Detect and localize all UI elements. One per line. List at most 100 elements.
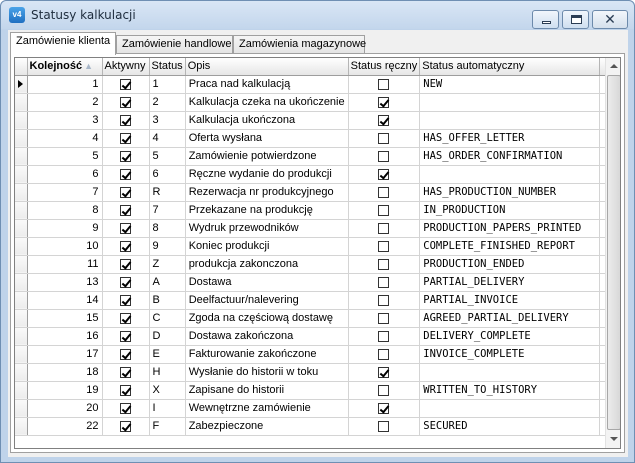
cell-opis[interactable]: Kalkulacja ukończona: [185, 111, 349, 130]
cell-kolejnosc[interactable]: 20: [27, 399, 103, 418]
row-indicator[interactable]: [15, 309, 28, 328]
cell-status-automatyczny[interactable]: INVOICE_COMPLETE: [419, 345, 601, 364]
cell-status[interactable]: Z: [149, 255, 186, 274]
cell-kolejnosc[interactable]: 7: [27, 183, 103, 202]
cell-status[interactable]: 7: [149, 201, 186, 220]
table-row[interactable]: 20 I Wewnętrzne zamówienie: [15, 399, 613, 418]
status-reczny-checkbox[interactable]: [378, 402, 390, 414]
cell-kolejnosc[interactable]: 19: [27, 381, 103, 400]
table-row[interactable]: 13 A Dostawa PARTIAL_DELIVERY: [15, 273, 613, 292]
cell-status-automatyczny[interactable]: AGREED_PARTIAL_DELIVERY: [419, 309, 601, 328]
status-reczny-checkbox[interactable]: [378, 384, 390, 396]
tab-zamowienie-handlowe[interactable]: Zamówienie handlowe: [116, 35, 233, 54]
cell-kolejnosc[interactable]: 22: [27, 417, 103, 436]
scroll-thumb[interactable]: [607, 75, 620, 430]
cell-opis[interactable]: Wydruk przewodników: [185, 219, 349, 238]
row-indicator[interactable]: [15, 327, 28, 346]
row-indicator[interactable]: [15, 273, 28, 292]
cell-status-automatyczny[interactable]: [419, 399, 601, 418]
cell-kolejnosc[interactable]: 16: [27, 327, 103, 346]
cell-status-automatyczny[interactable]: HAS_PRODUCTION_NUMBER: [419, 183, 601, 202]
cell-kolejnosc[interactable]: 6: [27, 165, 103, 184]
maximize-button[interactable]: [562, 10, 589, 29]
aktywny-checkbox[interactable]: [120, 384, 131, 396]
aktywny-checkbox[interactable]: [120, 114, 131, 126]
table-row[interactable]: 8 7 Przekazane na produkcję IN_PRODUCTION: [15, 201, 613, 220]
cell-kolejnosc[interactable]: 9: [27, 219, 103, 238]
cell-status[interactable]: 3: [149, 111, 186, 130]
cell-opis[interactable]: Zabezpieczone: [185, 417, 349, 436]
vertical-scrollbar[interactable]: [605, 58, 620, 448]
header-status[interactable]: Status: [149, 58, 186, 76]
row-indicator[interactable]: [15, 255, 28, 274]
status-reczny-checkbox[interactable]: [378, 204, 390, 216]
aktywny-checkbox[interactable]: [120, 258, 131, 270]
status-reczny-checkbox[interactable]: [378, 420, 390, 432]
status-reczny-checkbox[interactable]: [378, 258, 390, 270]
aktywny-checkbox[interactable]: [120, 240, 131, 252]
cell-kolejnosc[interactable]: 4: [27, 129, 103, 148]
cell-status[interactable]: 1: [149, 75, 186, 94]
header-status-automatyczny[interactable]: Status automatyczny: [419, 58, 601, 76]
row-indicator[interactable]: [15, 111, 28, 130]
cell-status[interactable]: E: [149, 345, 186, 364]
aktywny-checkbox[interactable]: [120, 186, 131, 198]
cell-status-automatyczny[interactable]: [419, 165, 601, 184]
aktywny-checkbox[interactable]: [120, 276, 131, 288]
status-reczny-checkbox[interactable]: [378, 132, 390, 144]
cell-kolejnosc[interactable]: 5: [27, 147, 103, 166]
cell-status-automatyczny[interactable]: PRODUCTION_ENDED: [419, 255, 601, 274]
cell-status-automatyczny[interactable]: [419, 93, 601, 112]
cell-opis[interactable]: Koniec produkcji: [185, 237, 349, 256]
row-indicator[interactable]: [15, 399, 28, 418]
cell-status[interactable]: 9: [149, 237, 186, 256]
row-indicator[interactable]: [15, 183, 28, 202]
status-reczny-checkbox[interactable]: [378, 150, 390, 162]
aktywny-checkbox[interactable]: [120, 168, 131, 180]
aktywny-checkbox[interactable]: [120, 150, 131, 162]
table-row[interactable]: 17 E Fakturowanie zakończone INVOICE_COMPLE…: [15, 345, 613, 364]
cell-opis[interactable]: Fakturowanie zakończone: [185, 345, 349, 364]
status-reczny-checkbox[interactable]: [378, 294, 390, 306]
scroll-up-button[interactable]: [606, 58, 620, 75]
cell-opis[interactable]: Dostawa: [185, 273, 349, 292]
row-indicator[interactable]: [15, 363, 28, 382]
aktywny-checkbox[interactable]: [120, 96, 131, 108]
aktywny-checkbox[interactable]: [120, 366, 131, 378]
table-row[interactable]: 18 H Wysłanie do historii w toku: [15, 363, 613, 382]
aktywny-checkbox[interactable]: [120, 348, 131, 360]
row-indicator[interactable]: [15, 291, 28, 310]
table-row[interactable]: 1 1 Praca nad kalkulacją NEW: [15, 75, 613, 94]
title-bar[interactable]: v4 Statusy kalkulacji ✕: [1, 1, 634, 29]
cell-kolejnosc[interactable]: 2: [27, 93, 103, 112]
cell-status[interactable]: 6: [149, 165, 186, 184]
aktywny-checkbox[interactable]: [120, 330, 131, 342]
status-reczny-checkbox[interactable]: [378, 186, 390, 198]
cell-status-automatyczny[interactable]: COMPLETE_FINISHED_REPORT: [419, 237, 601, 256]
cell-status[interactable]: X: [149, 381, 186, 400]
cell-opis[interactable]: Kalkulacja czeka na ukończenie: [185, 93, 349, 112]
aktywny-checkbox[interactable]: [120, 312, 131, 324]
cell-opis[interactable]: Praca nad kalkulacją: [185, 75, 349, 94]
table-row[interactable]: 15 C Zgoda na częściową dostawę AGREED_PART…: [15, 309, 613, 328]
cell-status-automatyczny[interactable]: SECURED: [419, 417, 601, 436]
table-row[interactable]: 3 3 Kalkulacja ukończona: [15, 111, 613, 130]
status-reczny-checkbox[interactable]: [378, 96, 390, 108]
table-row[interactable]: 7 R Rezerwacja nr produkcyjnego HAS_PRODUCT…: [15, 183, 613, 202]
cell-kolejnosc[interactable]: 11: [27, 255, 103, 274]
aktywny-checkbox[interactable]: [120, 204, 131, 216]
aktywny-checkbox[interactable]: [120, 132, 131, 144]
cell-status[interactable]: 8: [149, 219, 186, 238]
cell-kolejnosc[interactable]: 8: [27, 201, 103, 220]
status-reczny-checkbox[interactable]: [378, 222, 390, 234]
cell-opis[interactable]: Wewnętrzne zamówienie: [185, 399, 349, 418]
row-indicator[interactable]: [15, 75, 28, 94]
status-reczny-checkbox[interactable]: [378, 114, 390, 126]
status-reczny-checkbox[interactable]: [378, 240, 390, 252]
cell-opis[interactable]: Zgoda na częściową dostawę: [185, 309, 349, 328]
cell-status-automatyczny[interactable]: PARTIAL_DELIVERY: [419, 273, 601, 292]
row-indicator[interactable]: [15, 381, 28, 400]
header-opis[interactable]: Opis: [185, 58, 349, 76]
scroll-down-button[interactable]: [606, 431, 620, 448]
cell-kolejnosc[interactable]: 14: [27, 291, 103, 310]
